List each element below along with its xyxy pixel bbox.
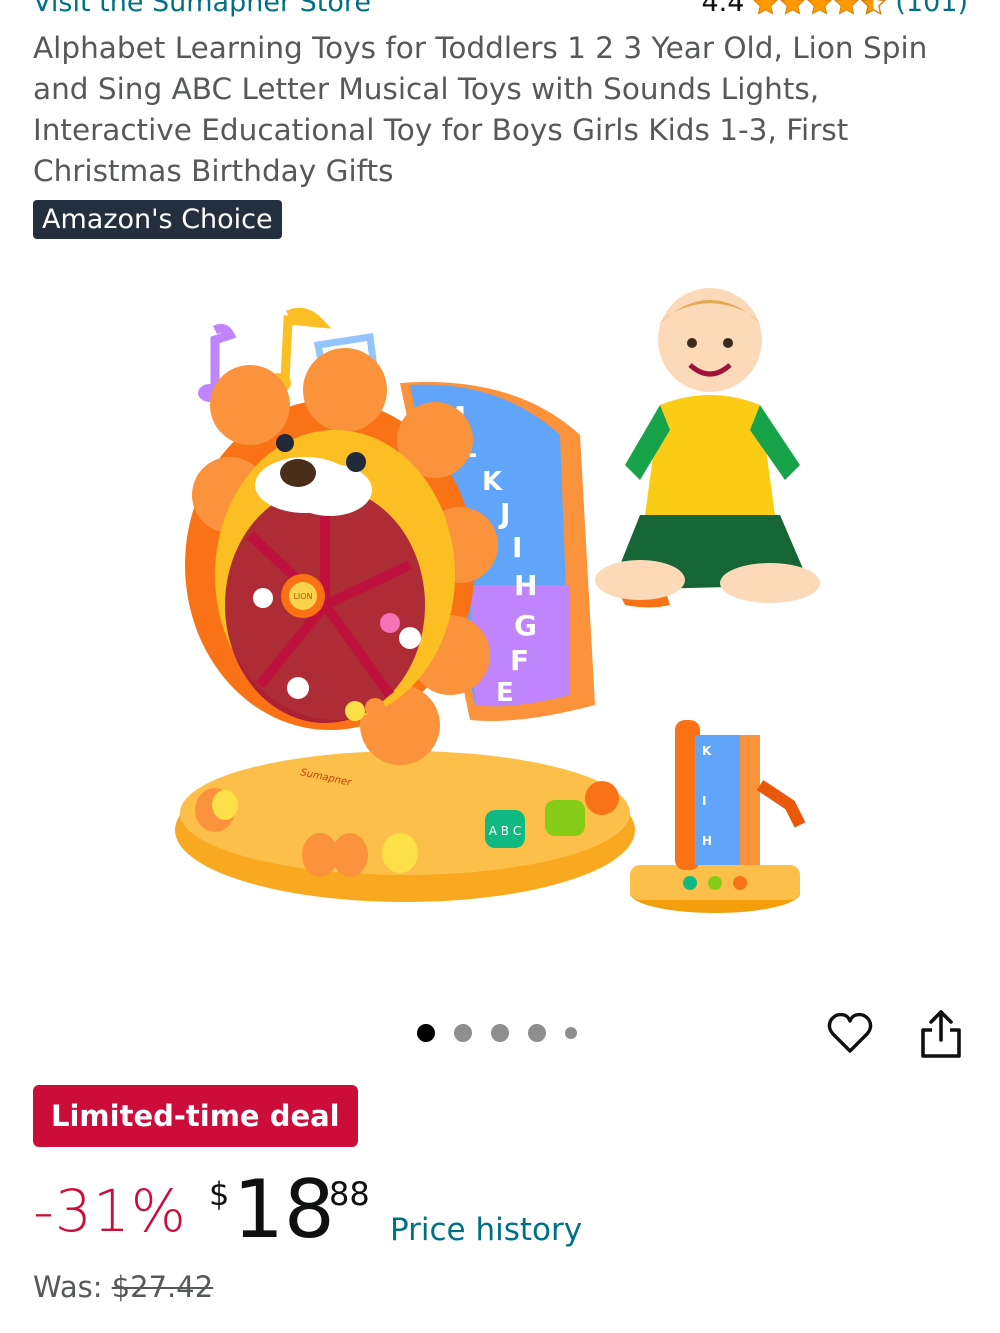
svg-text:K: K	[702, 744, 712, 758]
svg-text:E: E	[496, 678, 514, 708]
star-half-icon	[861, 0, 887, 15]
svg-text:H: H	[514, 569, 537, 602]
was-price: Was: $27.42	[33, 1270, 213, 1304]
price-history-link[interactable]: Price history	[390, 1212, 582, 1248]
star-full-icon	[835, 0, 859, 15]
product-image[interactable]: A B C Sumapner M L K J I H G F E	[170, 265, 840, 945]
limited-time-deal-badge: Limited-time deal	[33, 1085, 358, 1147]
toy-side-view: K I H	[630, 720, 806, 913]
was-price-value: $27.42	[111, 1270, 214, 1304]
carousel-dot[interactable]	[565, 1027, 577, 1039]
amazons-choice-badge[interactable]: Amazon's Choice	[33, 200, 282, 239]
svg-text:H: H	[702, 834, 712, 848]
rating-summary[interactable]: 4.4 (101)	[701, 0, 968, 20]
discount-percent: -31%	[33, 1177, 187, 1245]
svg-text:K: K	[482, 467, 503, 497]
svg-text:I: I	[702, 794, 706, 808]
price-fraction: 88	[329, 1175, 370, 1213]
svg-text:LION: LION	[293, 592, 312, 601]
svg-text:A B C: A B C	[489, 824, 521, 838]
currency-symbol: $	[209, 1175, 230, 1213]
lion-head: LION	[185, 348, 498, 765]
svg-text:I: I	[512, 531, 522, 564]
carousel-dot[interactable]	[528, 1024, 546, 1042]
star-full-icon	[754, 0, 778, 15]
svg-text:J: J	[498, 497, 510, 530]
star-full-icon	[781, 0, 805, 15]
carousel-dot[interactable]	[417, 1024, 435, 1042]
star-full-icon	[808, 0, 832, 15]
music-button	[585, 781, 619, 815]
star-rating	[752, 0, 887, 17]
rating-value: 4.4	[701, 0, 745, 18]
carousel-dot[interactable]	[454, 1024, 472, 1042]
product-title: Alphabet Learning Toys for Toddlers 1 2 …	[33, 31, 928, 188]
svg-text:G: G	[514, 609, 537, 642]
price-whole: 18	[233, 1163, 335, 1256]
svg-text:F: F	[510, 644, 529, 677]
share-icon[interactable]	[918, 1008, 964, 1060]
carousel-dot[interactable]	[491, 1024, 509, 1042]
rating-count[interactable]: (101)	[895, 0, 968, 20]
was-label: Was:	[33, 1270, 103, 1304]
heart-outline-icon[interactable]	[826, 1009, 874, 1057]
toddler	[595, 288, 820, 603]
visit-store-link[interactable]: Visit the Sumapner Store	[33, 0, 371, 20]
image-carousel-dots[interactable]	[417, 1024, 577, 1042]
animal-button	[545, 800, 585, 836]
